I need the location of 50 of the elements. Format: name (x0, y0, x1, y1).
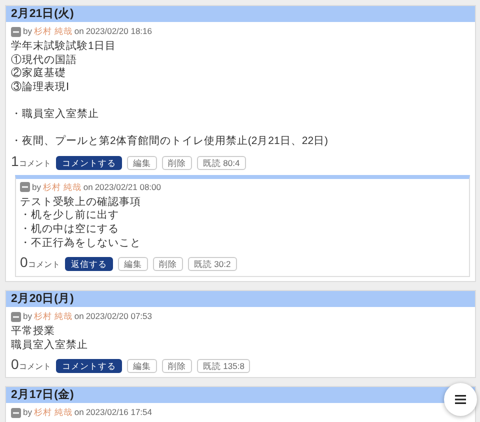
post-text-line: ・不正行為をしないこと (20, 236, 141, 250)
comment-label: コメント (28, 259, 60, 272)
post-text-line: 学年末試験試験1日目 (11, 40, 116, 54)
comment-count: 0 (20, 255, 28, 270)
action-button[interactable]: 編集 (126, 359, 157, 374)
on-label: on (83, 182, 93, 193)
post-text-line: ①現代の国語 (11, 54, 77, 67)
comment-button[interactable]: コメントする (56, 359, 122, 374)
timestamp: 2023/02/20 18:16 (86, 26, 152, 37)
action-button[interactable]: 削除 (152, 257, 183, 272)
post-text-line: ・机の中は空にする (20, 222, 119, 237)
action-button[interactable]: 削除 (162, 359, 192, 374)
action-button[interactable]: 編集 (118, 257, 148, 272)
collapse-icon[interactable] (11, 312, 21, 322)
post-text-line: 平常授業 (11, 325, 55, 339)
collapse-icon[interactable] (20, 182, 30, 192)
action-button[interactable]: 既読 30:2 (188, 257, 237, 272)
post-text-line: テスト受験上の確認事項 (20, 196, 141, 209)
post-text-line: ③論理表現Ⅰ (11, 80, 69, 94)
date-header: 2月20日(月) (6, 291, 475, 308)
date-header: 2月21日(火) (6, 6, 475, 22)
post-text-line: ②家庭基礎 (11, 67, 66, 81)
action-button[interactable]: 既読 80:4 (196, 156, 246, 170)
date-header: 2月17日(金) (6, 387, 475, 404)
post-text-line: ・職員室入室禁止 (11, 108, 99, 122)
timestamp: 2023/02/16 17:54 (86, 407, 152, 418)
comment-count: 1 (11, 154, 19, 169)
by-label: by (23, 26, 32, 37)
collapse-icon[interactable] (11, 26, 21, 36)
action-button[interactable]: 既読 135:8 (196, 359, 250, 374)
menu-icon (455, 395, 466, 404)
comment-button[interactable]: 返信する (64, 257, 113, 272)
action-button[interactable]: 削除 (162, 156, 192, 170)
comment-label: コメント (18, 361, 51, 374)
comment-count: 0 (11, 357, 19, 372)
comment-label: コメント (18, 158, 51, 170)
timestamp: 2023/02/21 08:00 (94, 182, 162, 193)
post-text-line: ・机を少し前に出す (20, 209, 119, 223)
on-label: on (74, 26, 84, 37)
by-label: by (23, 407, 32, 418)
by-label: by (32, 182, 41, 193)
timestamp: 2023/02/20 07:53 (86, 311, 152, 322)
action-button[interactable]: 編集 (126, 156, 157, 170)
post-text-line: 職員室入室禁止 (11, 338, 88, 352)
collapse-icon[interactable] (11, 408, 21, 418)
by-label: by (23, 311, 32, 322)
comment-button[interactable]: コメントする (56, 156, 122, 170)
on-label: on (74, 311, 84, 322)
on-label: on (74, 407, 84, 418)
post-text-line: ・夜間、プールと第2体育館間のトイレ使用禁止(2月21日、22日) (11, 135, 328, 149)
